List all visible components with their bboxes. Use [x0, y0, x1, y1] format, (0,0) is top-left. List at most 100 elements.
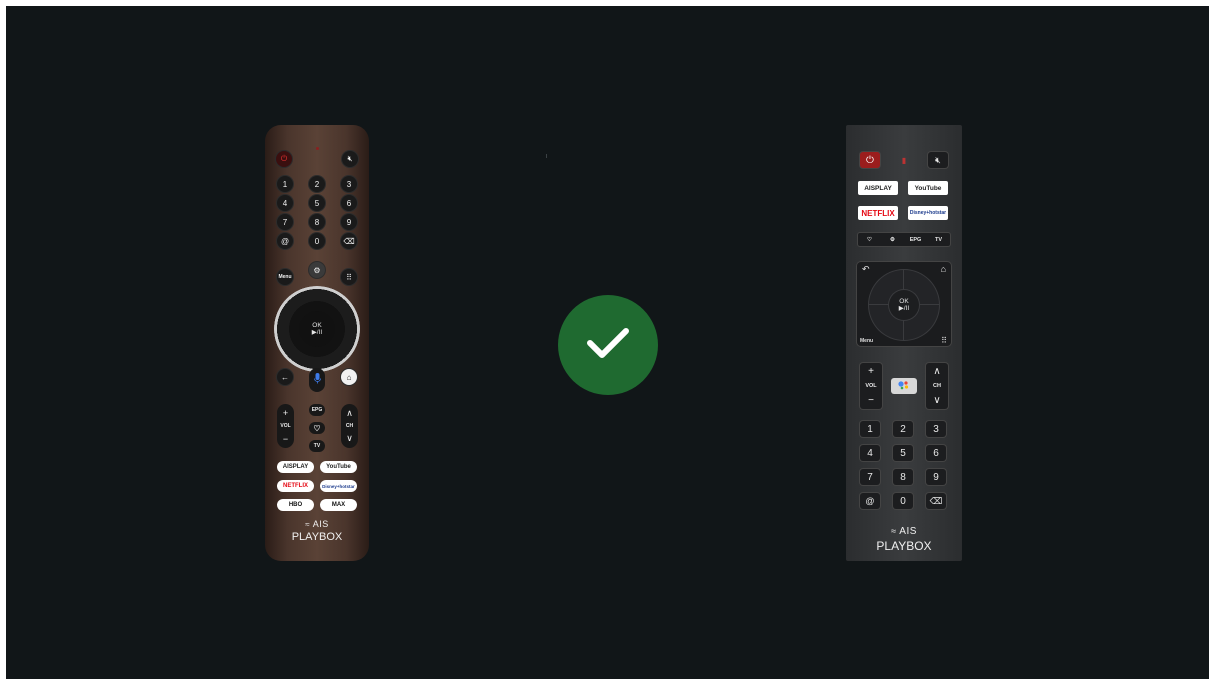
- arrow-left-icon: ←: [281, 372, 289, 382]
- volume-rocker[interactable]: + VOL −: [860, 363, 882, 409]
- key-at[interactable]: @: [277, 233, 293, 249]
- screen: ⏻ 🔇︎ 1 2 3 4 5 6 7 8 9 @ 0 ⌫ Menu ⚙ ⠿ OK…: [6, 6, 1209, 679]
- home-icon: ⌂: [346, 372, 352, 382]
- key-at[interactable]: @: [860, 493, 880, 509]
- remote-right: ⏻ ▮ 🔇︎ AISPLAY YouTube NETFLIX Disney+ho…: [846, 125, 962, 561]
- app-netflix-button[interactable]: NETFLIX: [858, 206, 898, 220]
- mute-icon: 🔇︎: [347, 154, 353, 163]
- channel-rocker[interactable]: ∧ CH ∨: [926, 363, 948, 409]
- back-button[interactable]: ↶: [862, 264, 870, 275]
- brand-logo-top: ≈ AIS: [265, 519, 369, 529]
- ok-label: OK: [899, 297, 909, 305]
- home-icon: ⌂: [940, 264, 946, 274]
- app-netflix-button[interactable]: NETFLIX: [277, 480, 314, 492]
- minus-icon: −: [282, 434, 289, 444]
- key-0[interactable]: 0: [893, 493, 913, 509]
- apps-button[interactable]: ⠿: [941, 336, 947, 345]
- settings-button[interactable]: ⚙: [309, 262, 325, 278]
- epg-button[interactable]: EPG: [904, 233, 927, 246]
- key-7[interactable]: 7: [860, 469, 880, 485]
- back-button[interactable]: ←: [277, 369, 293, 385]
- home-button[interactable]: ⌂: [941, 264, 946, 274]
- app-youtube-button[interactable]: YouTube: [320, 461, 357, 473]
- favorite-button[interactable]: ♡: [309, 422, 325, 434]
- ch-label: CH: [933, 383, 941, 389]
- app-disney-button[interactable]: Disney+hotstar: [320, 480, 357, 492]
- app-aisplay-button[interactable]: AISPLAY: [858, 181, 898, 195]
- key-2[interactable]: 2: [893, 421, 913, 437]
- chevron-down-icon: ∨: [346, 433, 353, 443]
- tv-button[interactable]: TV: [927, 233, 950, 246]
- menu-button[interactable]: Menu: [860, 338, 873, 344]
- dpad[interactable]: OK ▶/II: [274, 286, 360, 372]
- key-1[interactable]: 1: [277, 176, 293, 192]
- backspace-button[interactable]: ⌫: [926, 493, 946, 509]
- minus-icon: −: [868, 395, 874, 406]
- key-5[interactable]: 5: [893, 445, 913, 461]
- ok-label: OK: [312, 321, 322, 329]
- heart-icon: ♡: [867, 236, 872, 243]
- backspace-button[interactable]: ⌫: [341, 233, 357, 249]
- power-button[interactable]: ⏻: [860, 152, 880, 168]
- dpad[interactable]: OK ▶/II: [869, 270, 939, 340]
- app-disney-button[interactable]: Disney+hotstar: [908, 206, 948, 220]
- channel-rocker[interactable]: ∧ CH ∨: [341, 404, 358, 448]
- status-led: [316, 147, 319, 150]
- menu-button[interactable]: Menu: [277, 269, 293, 285]
- grid-icon: ⠿: [941, 336, 947, 345]
- key-7[interactable]: 7: [277, 214, 293, 230]
- plus-icon: +: [868, 366, 874, 377]
- volume-rocker[interactable]: + VOL −: [277, 404, 294, 448]
- chevron-up-icon: ∧: [346, 408, 353, 418]
- tv-button[interactable]: TV: [309, 440, 325, 452]
- back-arrow-icon: ↶: [862, 264, 870, 274]
- home-button[interactable]: ⌂: [341, 369, 357, 385]
- mute-button[interactable]: 🔇︎: [928, 152, 948, 168]
- epg-button[interactable]: EPG: [309, 404, 325, 416]
- key-3[interactable]: 3: [341, 176, 357, 192]
- key-8[interactable]: 8: [893, 469, 913, 485]
- assistant-button[interactable]: [891, 378, 917, 394]
- app-max-button[interactable]: MAX: [320, 499, 357, 511]
- key-4[interactable]: 4: [860, 445, 880, 461]
- ch-label: CH: [345, 423, 354, 429]
- grid-icon: ⠿: [346, 272, 352, 282]
- ok-button[interactable]: OK ▶/II: [889, 290, 919, 320]
- favorite-button[interactable]: ♡: [858, 233, 881, 246]
- key-8[interactable]: 8: [309, 214, 325, 230]
- remote-left: ⏻ 🔇︎ 1 2 3 4 5 6 7 8 9 @ 0 ⌫ Menu ⚙ ⠿ OK…: [265, 125, 369, 561]
- voice-button[interactable]: [309, 368, 325, 392]
- app-youtube-button[interactable]: YouTube: [908, 181, 948, 195]
- key-6[interactable]: 6: [926, 445, 946, 461]
- app-hbo-button[interactable]: HBO: [277, 499, 314, 511]
- mute-button[interactable]: 🔇︎: [342, 151, 358, 167]
- backspace-icon: ⌫: [343, 236, 355, 246]
- key-9[interactable]: 9: [341, 214, 357, 230]
- apps-button[interactable]: ⠿: [341, 269, 357, 285]
- key-9[interactable]: 9: [926, 469, 946, 485]
- key-2[interactable]: 2: [309, 176, 325, 192]
- brand-logo-bottom: PLAYBOX: [876, 539, 932, 553]
- key-6[interactable]: 6: [341, 195, 357, 211]
- key-3[interactable]: 3: [926, 421, 946, 437]
- backspace-icon: ⌫: [929, 495, 943, 506]
- swoosh-icon: ≈: [891, 526, 897, 536]
- microphone-icon: [313, 371, 321, 389]
- settings-button[interactable]: ⚙: [881, 233, 904, 246]
- ok-button[interactable]: OK ▶/II: [299, 311, 335, 347]
- mute-icon: 🔇︎: [935, 154, 941, 165]
- app-aisplay-button[interactable]: AISPLAY: [277, 461, 314, 473]
- key-1[interactable]: 1: [860, 421, 880, 437]
- gear-icon: ⚙: [890, 236, 895, 243]
- play-pause-label: ▶/II: [898, 305, 910, 312]
- plus-icon: +: [282, 408, 289, 418]
- marker: [546, 154, 547, 158]
- brand-logo-bottom: PLAYBOX: [291, 531, 343, 543]
- key-5[interactable]: 5: [309, 195, 325, 211]
- mic-indicator: ▮: [899, 152, 909, 168]
- power-button[interactable]: ⏻: [276, 151, 292, 167]
- microphone-icon: ▮: [901, 155, 907, 165]
- key-0[interactable]: 0: [309, 233, 325, 249]
- chevron-up-icon: ∧: [933, 366, 941, 377]
- key-4[interactable]: 4: [277, 195, 293, 211]
